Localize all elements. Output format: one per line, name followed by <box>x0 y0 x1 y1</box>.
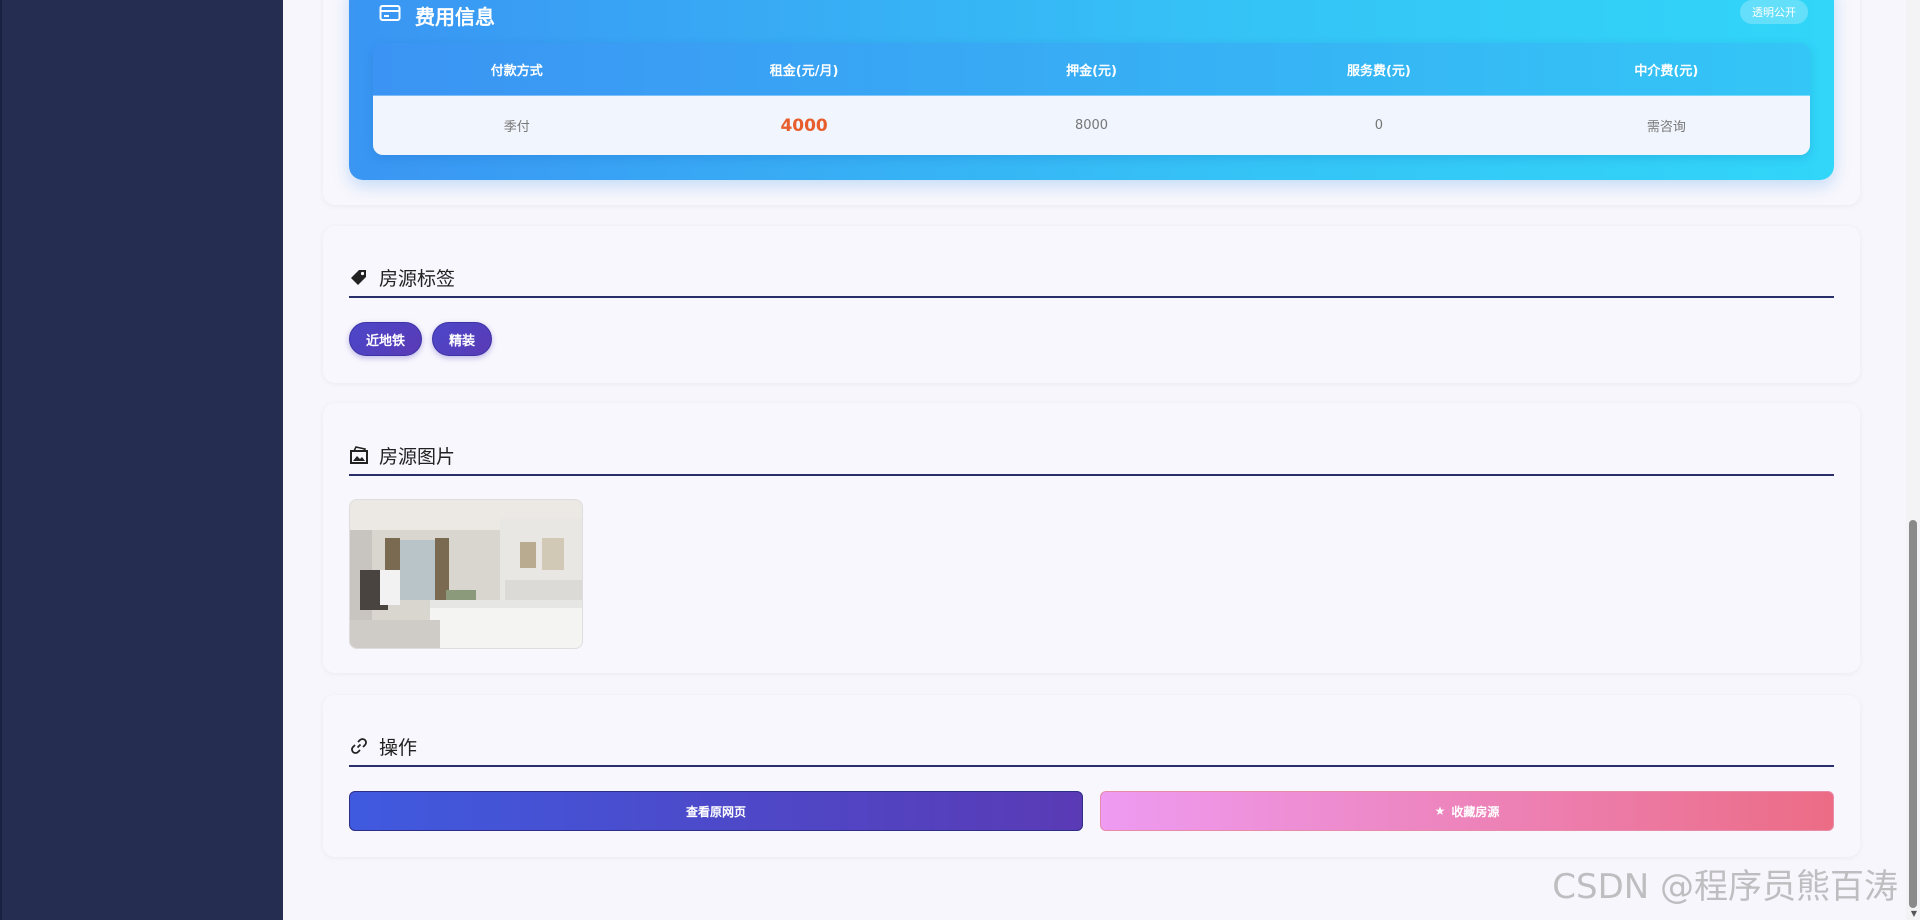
tag-list: 近地铁 精装 <box>349 322 493 356</box>
rent-value: 4000 <box>780 115 828 136</box>
tags-title-text: 房源标签 <box>379 267 456 290</box>
photo-icon <box>349 445 369 465</box>
csdn-watermark: CSDN @程序员熊百涛 <box>1552 867 1898 907</box>
credit-card-icon <box>379 3 401 27</box>
room-photo-thumbnail[interactable] <box>349 499 583 649</box>
payment-method-value: 季付 <box>503 120 530 135</box>
header-payment-method: 付款方式 <box>490 63 543 79</box>
scroll-down-arrow-icon[interactable]: ▼ <box>1911 909 1917 918</box>
header-service-fee: 服务费(元) <box>1346 63 1411 79</box>
favorite-label: 收藏房源 <box>1451 804 1500 819</box>
transparent-badge: 透明公开 <box>1740 0 1808 24</box>
vertical-scrollbar[interactable]: ▼ <box>1906 0 1920 920</box>
link-icon <box>349 736 369 756</box>
images-title-text: 房源图片 <box>379 445 456 468</box>
tag-item[interactable]: 近地铁 <box>349 322 423 356</box>
view-original-page-button[interactable]: 查看原网页 <box>349 791 1083 831</box>
operations-section-title: 操作 <box>349 727 1834 767</box>
agency-fee-value: 需咨询 <box>1646 120 1686 135</box>
header-rent: 租金(元/月) <box>769 63 839 79</box>
tag-item[interactable]: 精装 <box>432 322 493 356</box>
header-deposit: 押金(元) <box>1066 63 1117 79</box>
tags-card: 房源标签 近地铁 精装 <box>323 226 1860 383</box>
tags-section-title: 房源标签 <box>349 258 1834 298</box>
fee-table: 付款方式 租金(元/月) 押金(元) 服务费(元) 中介费(元) 季付 4000… <box>373 43 1810 155</box>
sidebar <box>0 0 283 920</box>
header-agency-fee: 中介费(元) <box>1634 63 1699 79</box>
star-icon: ★ <box>1434 804 1446 818</box>
images-card: 房源图片 <box>323 403 1860 673</box>
deposit-value: 8000 <box>1074 118 1109 133</box>
tag-icon <box>349 267 369 287</box>
table-row: 季付 4000 8000 0 需咨询 <box>373 96 1810 155</box>
fee-table-header: 付款方式 租金(元/月) 押金(元) 服务费(元) 中介费(元) <box>373 43 1810 96</box>
service-fee-value: 0 <box>1374 118 1384 133</box>
favorite-listing-button[interactable]: ★ 收藏房源 <box>1100 791 1834 831</box>
fee-info-title: 费用信息 <box>379 1 495 29</box>
images-section-title: 房源图片 <box>349 436 1834 476</box>
view-original-label: 查看原网页 <box>685 804 746 819</box>
operations-card: 操作 查看原网页 ★ 收藏房源 <box>323 695 1860 857</box>
operations-title-text: 操作 <box>379 736 418 759</box>
fee-info-title-text: 费用信息 <box>415 4 495 29</box>
main-content: 费用信息 透明公开 付款方式 租金(元/月) 押金(元) 服务费(元) 中介费(… <box>283 0 1893 920</box>
fee-info-panel: 费用信息 透明公开 付款方式 租金(元/月) 押金(元) 服务费(元) 中介费(… <box>349 0 1834 180</box>
fee-info-card: 费用信息 透明公开 付款方式 租金(元/月) 押金(元) 服务费(元) 中介费(… <box>323 0 1860 205</box>
scrollbar-thumb[interactable] <box>1909 520 1917 908</box>
